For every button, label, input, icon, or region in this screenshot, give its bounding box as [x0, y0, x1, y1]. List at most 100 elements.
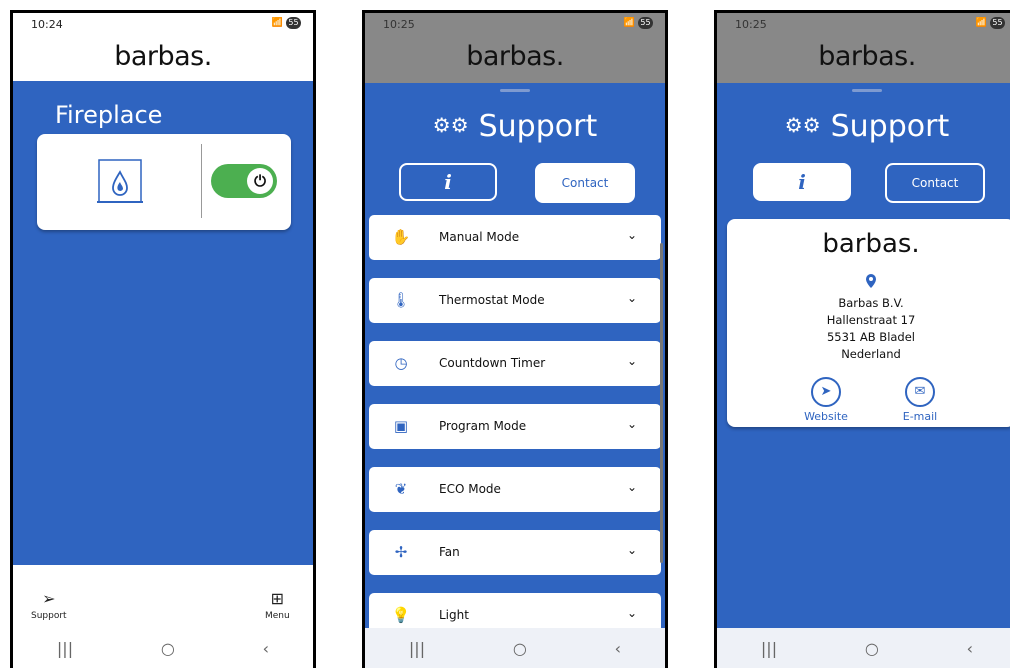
support-title-text: Support [478, 109, 598, 144]
location-pin-icon [866, 274, 876, 288]
gears-icon: ⚙⚙ [432, 113, 469, 137]
battery-icon: 55 [990, 17, 1005, 29]
chevron-down-icon: ⌄ [626, 417, 637, 431]
back-icon[interactable]: ‹ [967, 639, 973, 658]
info-tab-button[interactable]: i [399, 163, 497, 201]
contact-tab-button[interactable]: Contact [535, 163, 635, 203]
status-time: 10:25 [735, 18, 767, 31]
page-title: Fireplace [55, 101, 163, 129]
signal-icon: 📶 [623, 18, 635, 28]
thermometer-icon: 🌡 [391, 291, 411, 309]
support-title: ⚙⚙ Support [717, 109, 1010, 144]
sheet-drag-handle[interactable] [852, 89, 882, 92]
chevron-down-icon: ⌄ [626, 606, 637, 620]
card-divider [201, 144, 202, 218]
accordion-label: Program Mode [439, 419, 527, 433]
power-toggle[interactable]: ⏻ [211, 164, 277, 198]
contact-tab-button[interactable]: Contact [885, 163, 985, 203]
company-name: Barbas B.V. [838, 296, 904, 310]
power-icon: ⏻ [247, 168, 273, 194]
brand-logo: barbas. [114, 41, 212, 72]
recent-apps-icon[interactable]: ||| [409, 639, 425, 658]
accordion-countdown-timer[interactable]: ◷ Countdown Timer ⌄ [369, 341, 661, 386]
back-icon[interactable]: ‹ [263, 639, 269, 658]
accordion-label: Fan [439, 545, 460, 559]
system-nav-bar: ||| ○ ‹ [365, 628, 665, 668]
lightbulb-icon: 💡 [391, 606, 411, 624]
accordion-fan[interactable]: ✢ Fan ⌄ [369, 530, 661, 575]
status-bar: 10:25 📶 55 [717, 13, 1010, 35]
support-sheet: ⚙⚙ Support i Contact barbas. Barbas B.V. … [717, 83, 1010, 628]
email-label: E-mail [902, 410, 938, 423]
nav-menu-label: Menu [265, 611, 290, 621]
signal-icon: 📶 [975, 18, 987, 28]
chevron-down-icon: ⌄ [626, 354, 637, 368]
bottom-nav: ➢ Support ⊞ Menu [13, 565, 313, 631]
recent-apps-icon[interactable]: ||| [761, 639, 777, 658]
dimmed-header: 10:25 📶 55 barbas. [365, 13, 665, 83]
scrollbar[interactable] [660, 243, 663, 563]
company-country: Nederland [841, 347, 901, 361]
battery-icon: 55 [638, 17, 653, 29]
status-icons: 📶 55 [624, 17, 653, 29]
accordion-program-mode[interactable]: ▣ Program Mode ⌄ [369, 404, 661, 449]
nav-support-label: Support [31, 611, 67, 621]
company-address: Barbas B.V. Hallenstraat 17 5531 AB Blad… [727, 295, 1010, 363]
chevron-down-icon: ⌄ [626, 228, 637, 242]
email-link[interactable]: ✉ E-mail [885, 377, 955, 423]
back-icon[interactable]: ‹ [615, 639, 621, 658]
hand-icon: ✋ [391, 228, 411, 246]
company-street: Hallenstraat 17 [826, 313, 916, 327]
fan-icon: ✢ [394, 543, 408, 561]
accordion-label: Light [439, 608, 469, 622]
home-icon[interactable]: ○ [513, 639, 527, 658]
company-info-card: barbas. Barbas B.V. Hallenstraat 17 5531… [727, 219, 1010, 427]
website-label: Website [804, 410, 848, 423]
brand-logo: barbas. [818, 41, 916, 72]
dimmed-header: 10:25 📶 55 barbas. [717, 13, 1010, 83]
chevron-down-icon: ⌄ [626, 480, 637, 494]
accordion-label: Thermostat Mode [439, 293, 545, 307]
recent-apps-icon[interactable]: ||| [57, 639, 73, 658]
system-nav-bar: ||| ○ ‹ [13, 628, 313, 668]
info-tab-button[interactable]: i [753, 163, 851, 201]
accordion-label: Manual Mode [439, 230, 520, 244]
sheet-drag-handle[interactable] [500, 89, 530, 92]
top-bar: 10:24 📶 55 barbas. [13, 13, 313, 81]
status-icons: 📶 55 [272, 17, 301, 29]
nav-support[interactable]: ➢ Support [31, 589, 67, 621]
accordion-label: ECO Mode [439, 482, 501, 496]
support-title: ⚙⚙ Support [365, 109, 665, 144]
system-nav-bar: ||| ○ ‹ [717, 628, 1010, 668]
status-time: 10:25 [383, 18, 415, 31]
program-icon: ▣ [393, 417, 409, 435]
accordion-manual-mode[interactable]: ✋ Manual Mode ⌄ [369, 215, 661, 260]
status-bar: 10:25 📶 55 [365, 13, 665, 35]
website-link[interactable]: ➤ Website [791, 377, 861, 423]
support-sheet: ⚙⚙ Support i Contact ✋ Manual Mode ⌄ 🌡 Th… [365, 83, 665, 638]
accordion-label: Countdown Timer [439, 356, 546, 370]
status-bar: 10:24 📶 55 [13, 13, 313, 35]
send-icon: ➢ [42, 589, 56, 608]
status-icons: 📶 55 [976, 17, 1005, 29]
battery-icon: 55 [286, 17, 301, 29]
phone-screen-support-faq: 10:25 📶 55 barbas. ⚙⚙ Support i Contact ✋… [362, 10, 668, 668]
accordion-eco-mode[interactable]: ❦ ECO Mode ⌄ [369, 467, 661, 512]
fireplace-card: ⏻ [37, 134, 291, 230]
home-icon[interactable]: ○ [161, 639, 175, 658]
brand-logo: barbas. [466, 41, 564, 72]
support-title-text: Support [830, 109, 950, 144]
fireplace-icon[interactable] [97, 158, 143, 204]
chevron-down-icon: ⌄ [626, 291, 637, 305]
nav-menu[interactable]: ⊞ Menu [265, 589, 290, 621]
signal-icon: 📶 [271, 18, 283, 28]
mail-icon: ✉ [905, 377, 935, 407]
accordion-thermostat-mode[interactable]: 🌡 Thermostat Mode ⌄ [369, 278, 661, 323]
home-icon[interactable]: ○ [865, 639, 879, 658]
status-time: 10:24 [31, 18, 63, 31]
phone-screen-fireplace: 10:24 📶 55 barbas. Fireplace ⏻ ➢ Support… [10, 10, 316, 668]
grid-icon: ⊞ [270, 589, 285, 608]
phone-screen-support-info: 10:25 📶 55 barbas. ⚙⚙ Support i Contact b… [714, 10, 1010, 668]
leaf-icon: ❦ [394, 480, 408, 498]
chevron-down-icon: ⌄ [626, 543, 637, 557]
